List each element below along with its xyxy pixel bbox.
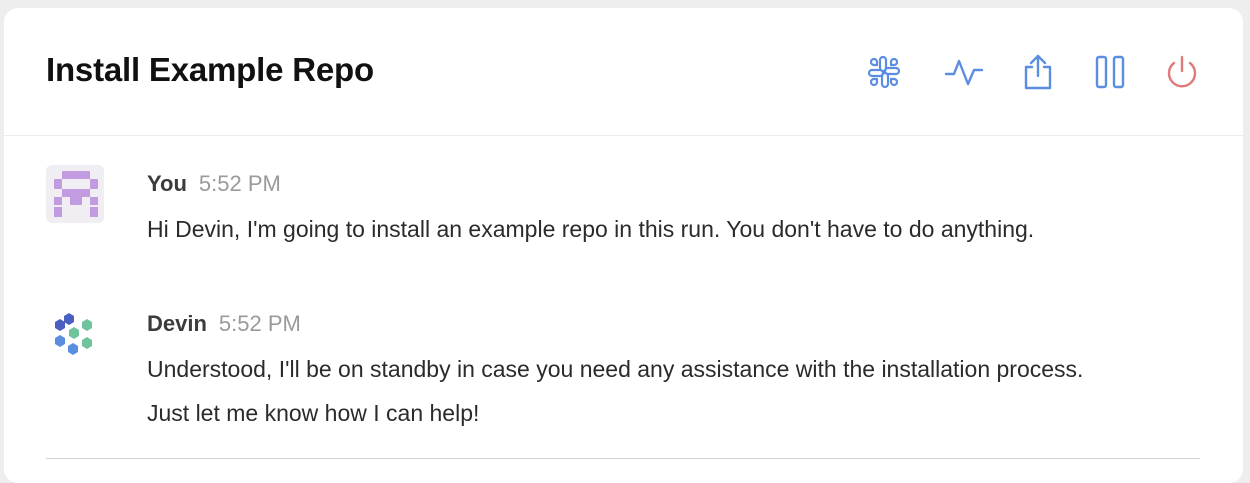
user-pixel-avatar-icon [54,171,98,217]
chat-message: You 5:52 PM Hi Devin, I'm going to instal… [46,165,1206,265]
chat-header: Install Example Repo [4,8,1243,136]
share-icon [1024,54,1052,90]
divider [46,458,1200,459]
slack-button[interactable] [864,52,904,92]
chat-message: Devin 5:52 PM Understood, I'll be on stan… [46,305,1206,445]
pause-button[interactable] [1090,52,1130,92]
power-icon [1167,55,1197,88]
devin-logo-icon [55,313,92,355]
power-button[interactable] [1162,52,1202,92]
user-avatar [46,165,104,223]
message-author: You [147,171,187,196]
message-time: 5:52 PM [218,311,301,336]
chat-panel: Install Example Repo You 5:52 PM Hi Devi… [4,8,1243,483]
message-header: You 5:52 PM [147,169,281,199]
activity-button[interactable] [944,52,984,92]
message-author: Devin [147,311,207,336]
message-header: Devin 5:52 PM [147,309,301,339]
page-title: Install Example Repo [46,51,374,88]
message-text: Understood, I'll be on standby in case y… [147,356,1084,426]
slack-icon [867,55,901,89]
share-button[interactable] [1018,52,1058,92]
message-text: Hi Devin, I'm going to install an exampl… [147,216,1035,242]
message-time: 5:52 PM [198,171,281,196]
activity-icon [944,59,984,86]
devin-avatar [46,305,104,363]
pause-icon [1095,55,1125,89]
